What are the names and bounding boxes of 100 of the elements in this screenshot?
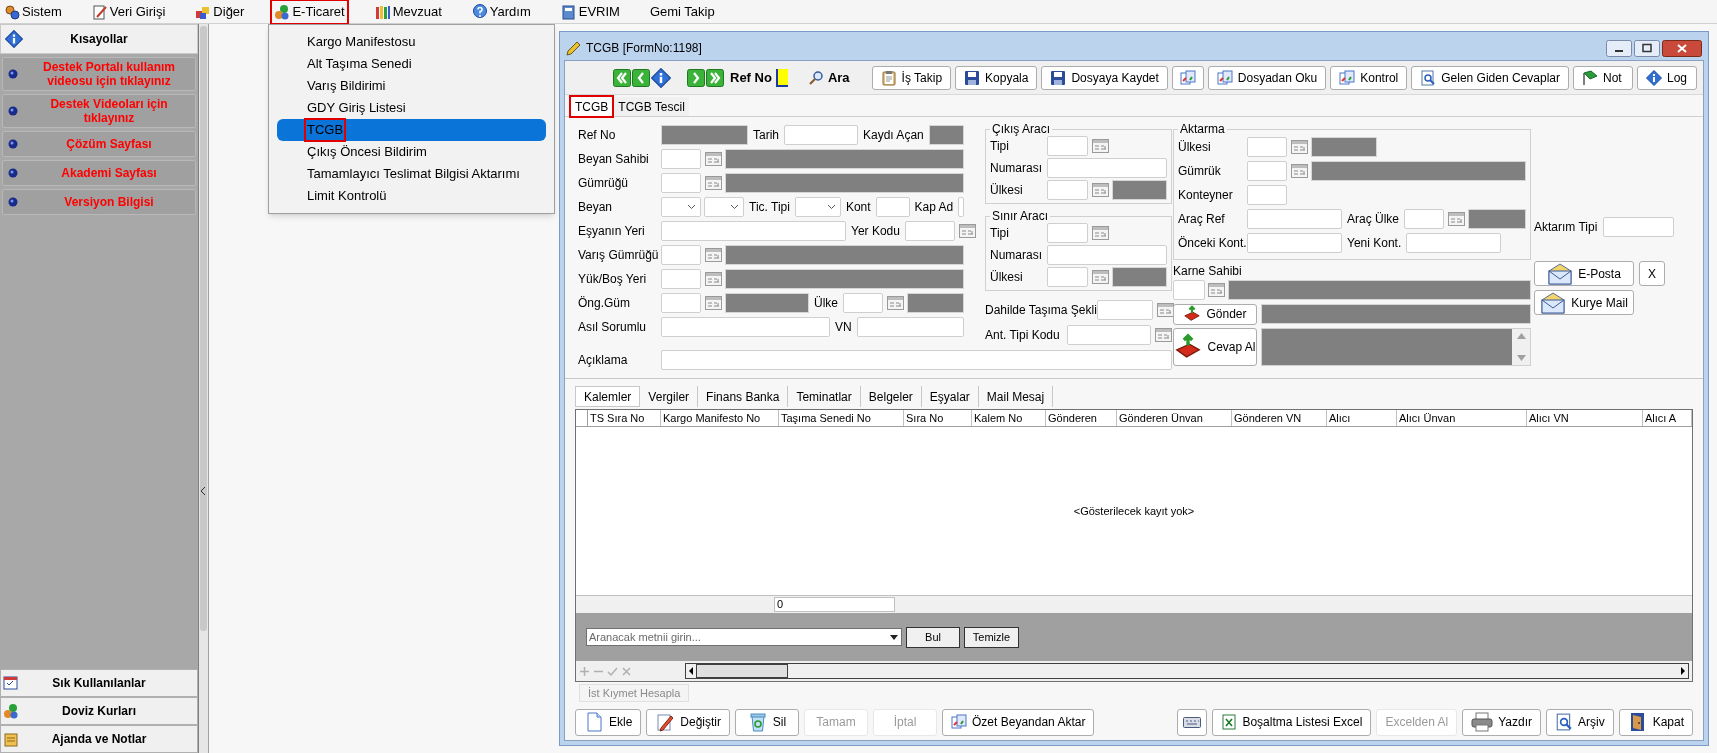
column-header[interactable]: Alıcı VN [1527,410,1643,426]
scroll-up-icon[interactable] [1516,333,1526,339]
tab[interactable]: TCGB Tescil [614,97,689,116]
minimize-icon[interactable] [1606,39,1632,57]
calendar-icon[interactable] [1291,140,1308,154]
column-header[interactable]: Kargo Manifesto No [661,410,779,426]
scrollbar-thumb[interactable] [696,664,788,678]
toolbar-button[interactable]: Dosyaya Kaydet [1041,65,1168,90]
find-button[interactable]: Bul [906,626,960,648]
plus-icon[interactable] [579,665,590,677]
menu-item[interactable]: Limit Kontrolü [277,185,546,207]
toolbar-button[interactable]: Dosyadan Oku [1207,65,1327,90]
chevron-left-icon[interactable] [200,486,206,496]
dropdown-field[interactable] [661,197,701,217]
dropdown-field[interactable] [794,197,841,217]
input-field[interactable] [775,68,788,87]
double-left-arrow-icon[interactable] [613,68,631,87]
tab[interactable]: Mail Mesaj [978,386,1054,407]
action-button[interactable]: Boşaltma Listesi Excel [1212,708,1372,736]
maximize-icon[interactable] [1634,39,1660,57]
toolbar-button[interactable]: Kontrol [1330,65,1408,90]
menu-item[interactable]: GDY Giriş Listesi [277,97,546,119]
email-button[interactable]: E-Posta [1534,261,1634,286]
column-header[interactable]: Sıra No [904,410,972,426]
sidebar-section[interactable]: Doviz Kurları [0,697,198,725]
column-header[interactable]: Gönderen [1046,410,1117,426]
courier-mail-button[interactable]: Kurye Mail [1534,290,1634,315]
menu-item[interactable]: Varış Bildirimi [277,75,546,97]
tab[interactable]: Vergiler [640,386,699,407]
calendar-icon[interactable] [1092,270,1109,284]
action-button[interactable]: Sil [735,708,800,736]
horizontal-scrollbar[interactable] [685,663,1689,679]
menu-item[interactable]: Çıkış Öncesi Bildirim [277,141,546,163]
calendar-icon[interactable] [1448,212,1465,226]
column-header[interactable]: Gönderen VN [1232,410,1327,426]
scroll-down-icon[interactable] [1516,355,1526,361]
toolbar-button[interactable]: Kopyala [955,65,1038,90]
calendar-icon[interactable] [1208,283,1225,297]
calendar-icon[interactable] [1155,327,1172,342]
double-right-arrow-icon[interactable] [706,68,724,87]
clear-button[interactable]: Temizle [964,626,1019,648]
search-field[interactable]: Aranacak metnii girin... [586,628,902,646]
tab[interactable]: Kalemler [575,386,641,407]
calendar-icon[interactable] [887,296,904,310]
calendar-icon[interactable] [705,152,722,166]
toolbar-button[interactable]: İş Takip [871,65,952,90]
tab[interactable]: TCGB [571,97,613,116]
remove-button[interactable]: X [1639,261,1665,286]
close-icon[interactable] [1662,39,1702,57]
menu-item[interactable]: E-Ticaret [272,0,347,23]
column-header[interactable]: Alıcı A [1643,410,1692,426]
scroll-right-icon[interactable] [1678,664,1688,678]
column-header[interactable]: TS Sıra No [588,410,661,426]
calendar-icon[interactable] [705,176,722,190]
menu-item[interactable]: Sistem [2,0,64,23]
column-header[interactable]: Alıcı Ünvan [1397,410,1527,426]
menu-item[interactable]: Diğer [193,0,247,23]
check-icon[interactable] [607,665,618,677]
menu-item[interactable]: Kargo Manifestosu [277,31,546,53]
menu-item[interactable]: Tamamlayıcı Teslimat Bilgisi Aktarımı [277,163,546,185]
tab[interactable]: Teminatlar [788,386,861,407]
sidebar-section[interactable]: Ajanda ve Notlar [0,725,198,753]
tab[interactable]: Belgeler [860,386,922,407]
calendar-icon[interactable] [705,248,722,262]
menu-item[interactable]: EVRIM [558,0,622,23]
action-button[interactable]: Ekle [575,708,642,736]
response-text-area[interactable] [1261,328,1531,366]
toolbar-button[interactable] [1171,65,1204,90]
toolbar-button[interactable]: Not [1573,65,1633,90]
calendar-icon[interactable] [1092,226,1109,240]
column-header[interactable]: Gönderen Ünvan [1117,410,1232,426]
calendar-icon[interactable] [1156,302,1174,317]
calendar-icon[interactable] [1291,164,1308,178]
search-button[interactable]: Ara [801,67,856,88]
calendar-icon[interactable] [705,272,722,286]
dropdown-field[interactable] [704,197,744,217]
menu-item[interactable]: Veri Girişi [89,0,168,23]
column-header[interactable]: Taşıma Senedi No [779,410,904,426]
tab[interactable]: Eşyalar [921,386,979,407]
send-button[interactable]: Gönder [1173,303,1257,325]
menu-item[interactable]: Yardım [469,0,533,23]
scrollbar-thumb[interactable] [200,26,207,631]
calendar-icon[interactable] [958,224,976,238]
action-button[interactable]: Özet Beyandan Aktar [942,708,1095,736]
receive-button[interactable]: Cevap Al [1173,328,1257,366]
action-button[interactable]: Yazdır [1462,708,1541,736]
column-header[interactable]: Kalem No [972,410,1046,426]
calendar-icon[interactable] [705,296,722,310]
menu-item[interactable]: Gemi Takip [647,0,717,23]
action-button[interactable]: Kapat [1618,708,1693,736]
toolbar-button[interactable]: Log [1637,65,1697,90]
menu-item[interactable]: Mevzuat [372,0,444,23]
action-button[interactable]: Değiştir [646,708,731,736]
calendar-icon[interactable] [1092,183,1109,197]
calendar-icon[interactable] [1092,139,1109,153]
toolbar-button[interactable]: Gelen Giden Cevaplar [1411,65,1569,90]
action-button[interactable]: Arşiv [1545,708,1614,736]
tab[interactable]: Finans Banka [698,386,789,407]
action-button[interactable] [1177,708,1208,736]
menu-item[interactable]: TCGB [277,119,546,141]
